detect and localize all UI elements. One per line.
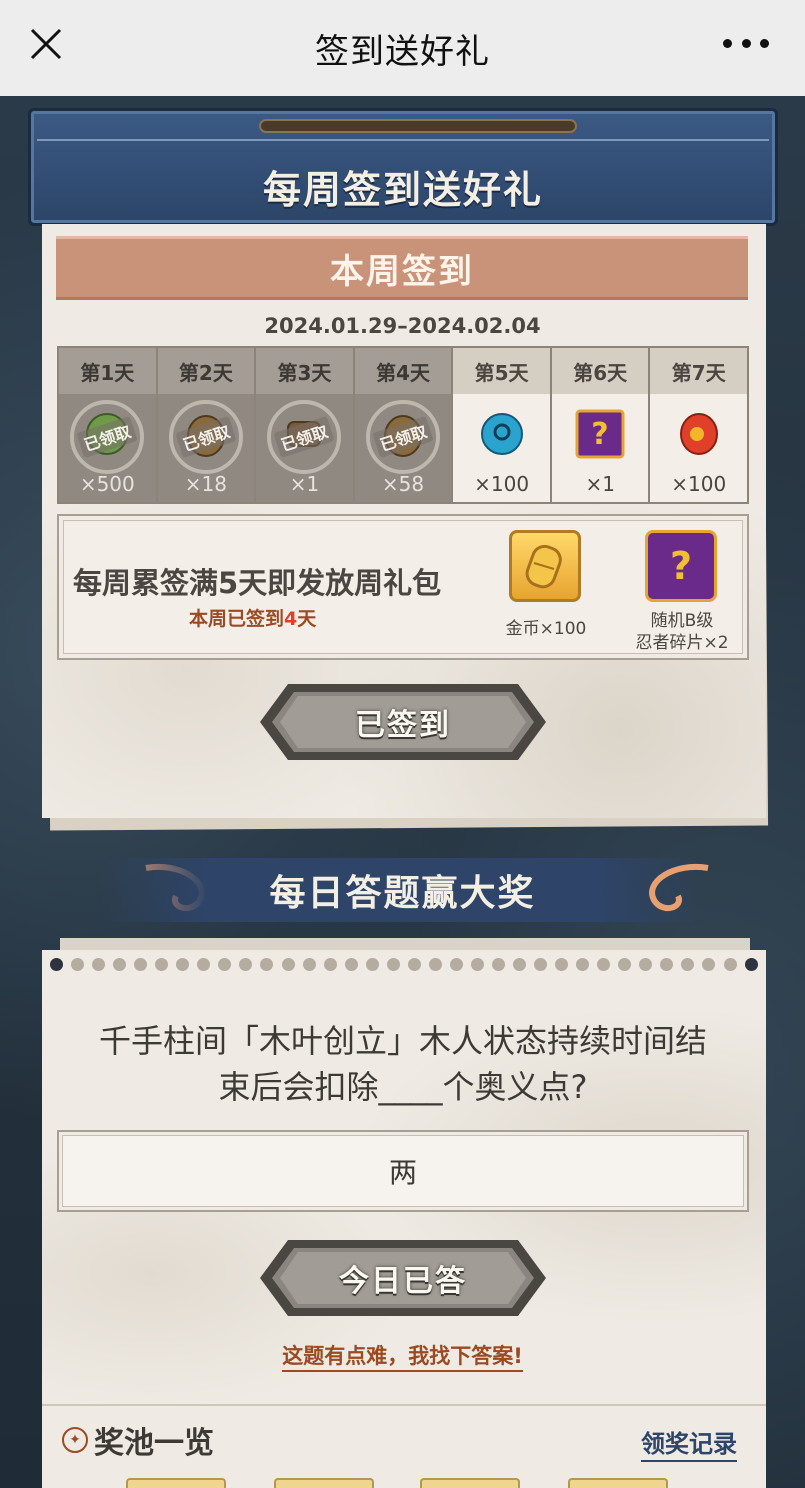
day-qty: ×100: [671, 472, 727, 496]
red-gem-item-icon: [679, 413, 718, 455]
day-qty: ×100: [474, 472, 530, 496]
answered-today-label: 今日已答: [339, 1264, 467, 1299]
day-qty: ×18: [184, 472, 227, 496]
day-cell: 第6天 ? ×1: [551, 348, 651, 502]
day-cell: 第2天 已领取 ×18: [157, 348, 257, 502]
weekly-title: 每周签到送好礼: [262, 168, 543, 212]
answered-today-button[interactable]: 今日已答: [258, 1238, 548, 1318]
quiz-title: 每日答题赢大奖: [269, 873, 536, 914]
signed-in-button[interactable]: 已签到: [258, 682, 548, 762]
gold-coin-caption: 金币×100: [505, 619, 587, 639]
day-qty: ×58: [381, 472, 425, 496]
nav-bar: 签到送好礼: [0, 0, 805, 96]
day-label: 第5天: [453, 348, 550, 394]
day-qty: ×1: [289, 472, 320, 496]
week-banner: 本周签到: [56, 236, 748, 300]
prize-slot: [568, 1478, 668, 1488]
notebook-holes: [50, 956, 758, 972]
prize-slot: [420, 1478, 520, 1488]
week-banner-label: 本周签到: [330, 251, 474, 292]
quiz-question: 千手柱间「木叶创立」木人状态持续时间结 束后会扣除____个奥义点?: [98, 1022, 707, 1106]
day-label: 第7天: [650, 348, 748, 394]
claimed-stamp: 已领取: [267, 400, 342, 474]
reward-record-link[interactable]: 领奖记录: [641, 1424, 737, 1462]
more-dots-icon[interactable]: [723, 28, 769, 58]
blue-orb-item-icon: [480, 413, 523, 455]
scroll-rod: [259, 119, 577, 133]
day-label: 第1天: [59, 348, 156, 394]
answer-hint-link[interactable]: 这题有点难，我找下答案!: [0, 1340, 805, 1372]
close-icon[interactable]: [24, 22, 68, 66]
weekly-reward-box: 每周累签满5天即发放周礼包 本周已签到4天 金币×100 ? 随机B级 忍者碎片…: [57, 514, 749, 660]
page-title: 签到送好礼: [315, 31, 490, 72]
signed-in-label: 已签到: [355, 708, 451, 743]
weekly-header: 每周签到送好礼: [28, 108, 778, 226]
claimed-stamp: 已领取: [70, 400, 145, 474]
day-label: 第2天: [157, 348, 255, 394]
pool-icon: ✦: [62, 1427, 88, 1453]
weekly-progress: 本周已签到4天: [189, 608, 317, 630]
day-cell: 第3天 已领取 ×1: [256, 348, 355, 502]
day-label: 第4天: [354, 348, 452, 394]
svg-text:?: ?: [670, 544, 692, 588]
answer-option[interactable]: 两: [57, 1130, 749, 1212]
swirl-ornament-right: [649, 863, 709, 912]
day-label: 第3天: [256, 348, 353, 394]
mystery-fragment-icon: ?: [645, 530, 717, 602]
date-range: 2024.01.29–2024.02.04: [264, 314, 541, 338]
day-cell: 第5天 ×100: [453, 348, 552, 502]
day-cell: 第4天 已领取 ×58: [354, 348, 454, 502]
quiz-header: 每日答题赢大奖: [100, 858, 705, 922]
checkin-days: 第1天 已领取 ×500 第2天 已领取 ×18 第3天 已领取 ×1 第4天 …: [57, 346, 749, 504]
fragment-caption: 随机B级 忍者碎片×2: [635, 611, 729, 653]
day-label: 第6天: [551, 348, 649, 394]
mystery-fragment-icon: ?: [575, 409, 625, 459]
day-qty: ×500: [79, 472, 135, 496]
svg-text:?: ?: [591, 417, 608, 452]
prize-pool-title: ✦ 奖池一览: [62, 1420, 214, 1461]
day-qty: ×1: [585, 472, 615, 496]
day-cell: 第7天 ×100: [650, 348, 748, 502]
claimed-stamp: 已领取: [168, 400, 243, 474]
day-cell: 第1天 已领取 ×500: [59, 348, 158, 502]
prize-slot: [274, 1478, 374, 1488]
gold-coin-icon: [509, 530, 581, 602]
reward-description: 每周累签满5天即发放周礼包: [73, 566, 442, 600]
prize-slot: [126, 1478, 226, 1488]
claimed-stamp: 已领取: [366, 400, 441, 474]
